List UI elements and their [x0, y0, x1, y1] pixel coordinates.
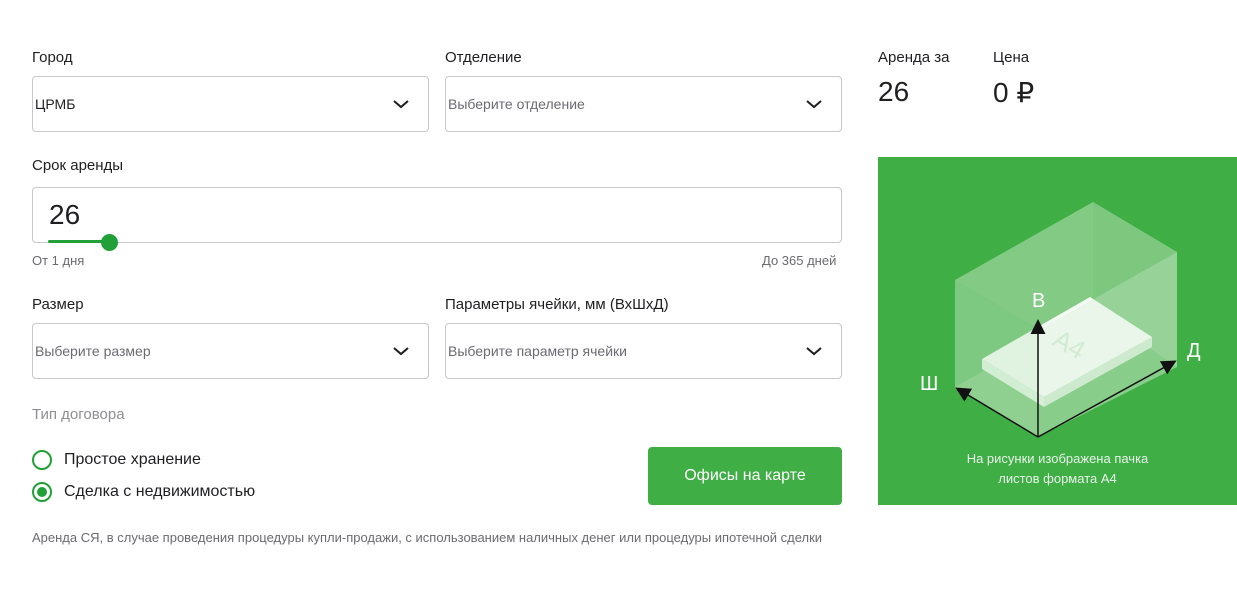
size-placeholder: Выберите размер	[35, 343, 151, 359]
price-value: 0 ₽	[993, 77, 1035, 108]
rent-value: 26	[878, 76, 910, 107]
caption-line-2: листов формата А4	[998, 471, 1117, 486]
branch-label: Отделение	[445, 49, 522, 66]
term-slider-fill	[48, 240, 109, 243]
axis-height-label: В	[1032, 290, 1045, 312]
rent-label: Аренда за	[878, 49, 950, 66]
cell-params-label: Параметры ячейки, мм (ВхШхД)	[445, 296, 669, 313]
footnote: Аренда СЯ, в случае проведения процедуры…	[32, 530, 823, 545]
radio-label: Простое хранение	[64, 451, 201, 468]
city-label: Город	[32, 49, 73, 66]
city-select[interactable]: ЦРМБ	[32, 76, 429, 132]
term-max-hint: До 365 дней	[762, 253, 837, 268]
term-slider-thumb[interactable]	[101, 234, 118, 251]
size-label: Размер	[32, 296, 84, 313]
radio-simple-storage[interactable]: Простое хранение	[32, 450, 201, 470]
term-label: Срок аренды	[32, 157, 124, 174]
caption-line-1: На рисунки изображена пачка	[966, 451, 1149, 466]
branch-placeholder: Выберите отделение	[448, 96, 585, 112]
axis-width-label: Ш	[920, 373, 938, 395]
offices-map-button[interactable]: Офисы на карте	[648, 447, 842, 505]
term-min-hint: От 1 дня	[32, 253, 85, 268]
term-input[interactable]: 26	[32, 187, 842, 243]
chevron-down-icon	[393, 347, 409, 356]
illustration-caption: На рисунки изображена пачка листов форма…	[878, 449, 1237, 489]
radio-button[interactable]	[32, 482, 52, 502]
contract-type-title: Тип договора	[32, 406, 125, 423]
radio-label: Сделка с недвижимостью	[64, 483, 256, 500]
size-select[interactable]: Выберите размер	[32, 323, 429, 379]
radio-button[interactable]	[32, 450, 52, 470]
cell-params-placeholder: Выберите параметр ячейки	[448, 343, 627, 359]
city-value: ЦРМБ	[35, 96, 76, 112]
chevron-down-icon	[806, 100, 822, 109]
radio-real-estate-deal[interactable]: Сделка с недвижимостью	[32, 482, 255, 502]
term-value: 26	[49, 199, 81, 230]
chevron-down-icon	[806, 347, 822, 356]
axis-length-label: Д	[1187, 340, 1201, 362]
cell-params-select[interactable]: Выберите параметр ячейки	[445, 323, 842, 379]
cell-illustration: А4 В Ш Д На рисунки изображена пачка лис…	[878, 157, 1237, 505]
chevron-down-icon	[393, 100, 409, 109]
branch-select[interactable]: Выберите отделение	[445, 76, 842, 132]
price-label: Цена	[993, 49, 1030, 66]
